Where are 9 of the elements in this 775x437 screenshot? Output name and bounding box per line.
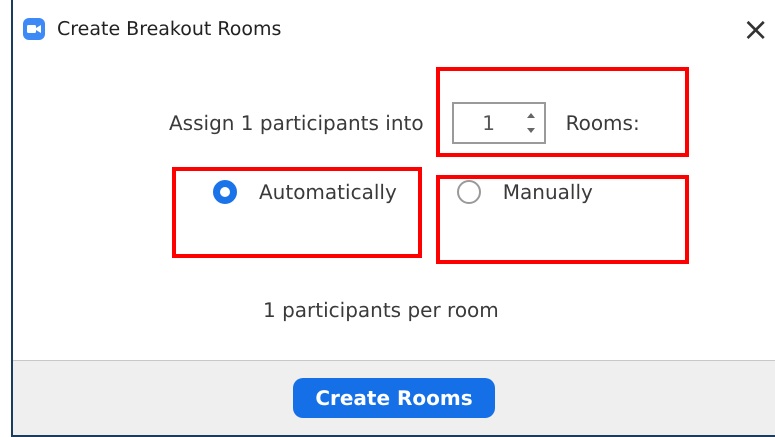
radio-option[interactable]: Manually <box>456 180 593 204</box>
close-button[interactable]: × <box>736 13 775 45</box>
create-rooms-button[interactable]: Create Rooms <box>293 378 495 418</box>
rooms-label: Rooms: <box>566 111 640 135</box>
rooms-spinner[interactable]: 1 <box>452 102 546 144</box>
radio-option[interactable]: Automatically <box>213 180 397 204</box>
assign-label: Assign 1 participants into <box>169 111 424 135</box>
participants-per-room-text: 1 participants per room <box>263 298 499 322</box>
window-title: Create Breakout Rooms <box>57 18 282 40</box>
